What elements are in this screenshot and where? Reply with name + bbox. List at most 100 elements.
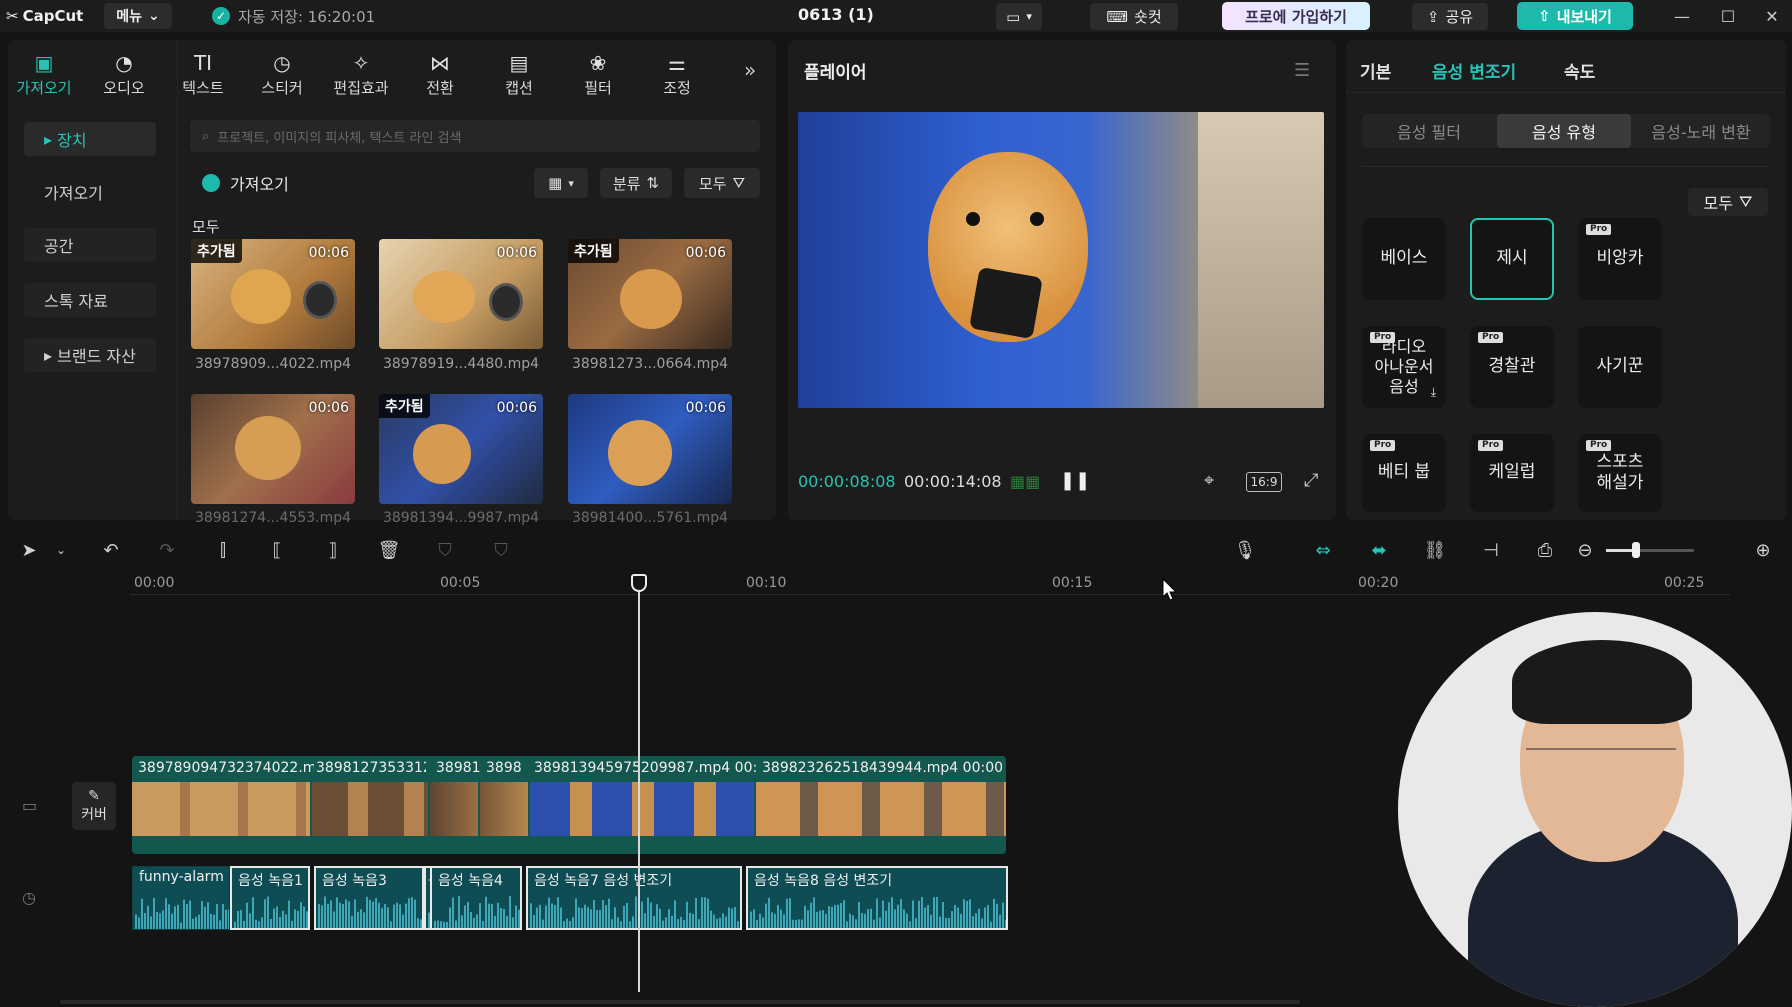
tab-adjust[interactable]: ⚌ 조정: [639, 48, 715, 98]
tab-basic[interactable]: 기본: [1360, 58, 1391, 83]
zoom-slider-thumb[interactable]: [1632, 542, 1640, 558]
media-thumbnail[interactable]: 추가됨 00:06: [191, 239, 355, 349]
mask-icon[interactable]: ⛉: [486, 538, 516, 562]
waveform-bar: [360, 909, 362, 928]
delete-icon[interactable]: 🗑: [374, 538, 404, 562]
tab-audio[interactable]: ◔ 오디오: [86, 48, 162, 98]
video-clip[interactable]: [530, 782, 754, 836]
media-thumbnail[interactable]: 추가됨 00:06: [379, 394, 543, 504]
microphone-icon[interactable]: 🎙: [1230, 538, 1260, 562]
pro-subscribe-button[interactable]: 프로에 가입하기: [1222, 2, 1370, 30]
voice-scammer[interactable]: 사기꾼: [1578, 326, 1662, 408]
voice-caleb[interactable]: Pro 케일럽: [1470, 434, 1554, 512]
clip-label: 38981: [436, 760, 480, 776]
voice-jessie[interactable]: 제시: [1470, 218, 1554, 300]
video-preview[interactable]: [798, 112, 1324, 408]
sidebar-item-import[interactable]: 가져오기: [24, 175, 156, 209]
audio-clip[interactable]: 음성 녹음8 음성 변조기: [746, 866, 1008, 930]
audio-clip[interactable]: funny-alarm: [132, 866, 230, 930]
aspect-ratio-button[interactable]: 16:9: [1246, 472, 1282, 492]
chevron-down-icon[interactable]: ⌄: [46, 538, 76, 562]
fit-view-icon[interactable]: ⌖: [1204, 470, 1214, 491]
split-icon[interactable]: ⫿: [208, 538, 238, 562]
search-input[interactable]: ⌕ 프로젝트, 이미지의 피사체, 텍스트 라인 검색: [190, 120, 760, 152]
view-mode-button[interactable]: ▦ ▾: [534, 168, 588, 198]
layout-button[interactable]: ▭ ▾: [996, 3, 1042, 30]
more-tabs-icon[interactable]: »: [744, 58, 756, 82]
tab-text[interactable]: TI 텍스트: [165, 48, 241, 98]
zoom-slider[interactable]: [1606, 542, 1694, 558]
tab-import[interactable]: ▣ 가져오기: [6, 48, 82, 98]
timeline-scrollbar[interactable]: [60, 1000, 1300, 1004]
main-track-magnet-icon[interactable]: ⇔: [1308, 538, 1338, 562]
menu-icon[interactable]: ☰: [1294, 60, 1310, 81]
tab-sticker[interactable]: ◷ 스티커: [244, 48, 320, 98]
waveform-bar: [255, 919, 257, 928]
waveform-bar: [494, 915, 496, 928]
voice-bass[interactable]: 베이스: [1362, 218, 1446, 300]
audio-clip[interactable]: 음성 녹음4: [430, 866, 522, 930]
preview-axis-icon[interactable]: ⊣: [1476, 538, 1506, 562]
zoom-in-icon[interactable]: ⊕: [1748, 538, 1778, 562]
screenshot-icon[interactable]: ⎙: [1530, 538, 1560, 562]
video-clip[interactable]: [132, 782, 310, 836]
playhead-handle[interactable]: [631, 574, 647, 592]
audio-clip[interactable]: 음성 녹음7 음성 변조기: [526, 866, 742, 930]
voice-bianca[interactable]: Pro 비앙카: [1578, 218, 1662, 300]
menu-button[interactable]: 메뉴 ⌄: [104, 3, 172, 29]
audio-clip[interactable]: 음성 녹음3: [314, 866, 424, 930]
close-icon[interactable]: ✕: [1760, 4, 1784, 28]
maximize-icon[interactable]: ☐: [1716, 4, 1740, 28]
filter-button[interactable]: 모두 ⛛: [684, 168, 760, 198]
undo-icon[interactable]: ↶: [96, 538, 126, 562]
auto-snap-icon[interactable]: ⬌: [1364, 538, 1394, 562]
share-button[interactable]: ⇪ 공유: [1412, 3, 1488, 30]
media-thumbnail[interactable]: 추가됨 00:06: [568, 239, 732, 349]
video-clip[interactable]: [312, 782, 428, 836]
fullscreen-icon[interactable]: ⤢: [1304, 470, 1318, 491]
media-thumbnail[interactable]: 00:06: [568, 394, 732, 504]
audio-clip[interactable]: 음성 녹음1: [230, 866, 310, 930]
playhead[interactable]: [638, 576, 640, 992]
sidebar-item-brand[interactable]: ▸ 브랜드 자산: [24, 338, 156, 372]
video-clip[interactable]: [430, 782, 478, 836]
select-cursor-icon[interactable]: ➤: [14, 538, 44, 562]
segment-voice-type[interactable]: 음성 유형: [1497, 114, 1631, 148]
sidebar-item-device[interactable]: ▸ 장치: [24, 122, 156, 156]
pause-icon[interactable]: ❚❚: [1060, 470, 1090, 491]
segment-voice-filter[interactable]: 음성 필터: [1364, 114, 1494, 148]
split-right-icon[interactable]: ⟧: [318, 538, 348, 562]
minimize-icon[interactable]: —: [1670, 4, 1694, 28]
voice-radio-announcer[interactable]: Pro 라디오 아나운서 음성 ⤓: [1362, 326, 1446, 408]
tab-caption[interactable]: ▤ 캡션: [481, 48, 557, 98]
segment-voice-to-song[interactable]: 음성-노래 변환: [1634, 114, 1768, 148]
import-button[interactable]: 가져오기: [192, 168, 289, 198]
sidebar-item-stock[interactable]: 스톡 자료: [24, 283, 156, 317]
voice-sports-commentator[interactable]: Pro 스포츠 해설가: [1578, 434, 1662, 512]
video-clip[interactable]: [480, 782, 528, 836]
sort-button[interactable]: 분류 ⇅: [600, 168, 672, 198]
audio-track-icon[interactable]: ◷: [22, 888, 36, 907]
tab-voice-changer[interactable]: 음성 변조기: [1432, 58, 1516, 83]
export-button[interactable]: ⇧ 내보내기: [1517, 2, 1633, 30]
voice-betty-boop[interactable]: Pro 베티 붑: [1362, 434, 1446, 512]
cover-button[interactable]: ✎ 커버: [72, 782, 116, 830]
tab-effects[interactable]: ✧ 편집효과: [323, 48, 399, 98]
media-thumbnail[interactable]: 00:06: [379, 239, 543, 349]
sidebar-item-space[interactable]: 공간: [24, 228, 156, 262]
shield-icon[interactable]: ⛉: [430, 538, 460, 562]
tab-speed[interactable]: 속도: [1564, 58, 1595, 83]
link-icon[interactable]: ⛓: [1420, 538, 1450, 562]
video-track-icon[interactable]: ▭: [22, 796, 37, 815]
tab-filter[interactable]: ❀ 필터: [560, 48, 636, 98]
media-thumbnail[interactable]: 00:06: [191, 394, 355, 504]
project-name[interactable]: 0613 (1): [798, 5, 874, 24]
shortcut-button[interactable]: ⌨ 숏컷: [1090, 3, 1178, 30]
split-left-icon[interactable]: ⟦: [262, 538, 292, 562]
redo-icon[interactable]: ↷: [152, 538, 182, 562]
voice-filter-button[interactable]: 모두 ⛛: [1688, 188, 1768, 216]
voice-police[interactable]: Pro 경찰관: [1470, 326, 1554, 408]
zoom-out-icon[interactable]: ⊖: [1570, 538, 1600, 562]
tab-transition[interactable]: ⋈ 전환: [402, 48, 478, 98]
video-clip[interactable]: [756, 782, 1006, 836]
